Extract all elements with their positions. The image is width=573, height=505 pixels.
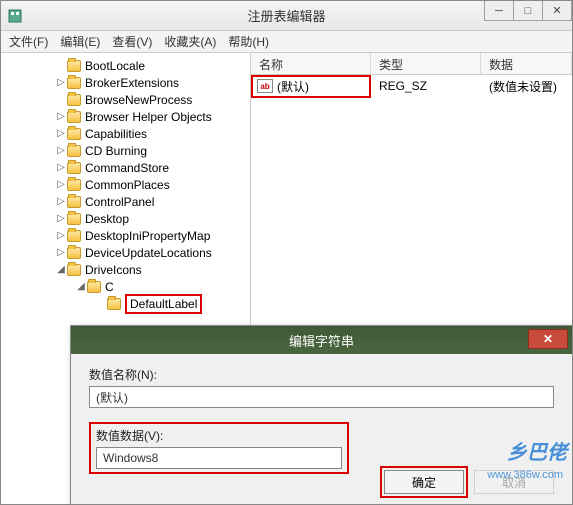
folder-icon [67, 128, 81, 140]
folder-icon [107, 298, 121, 310]
tree-item[interactable]: ▷ DesktopIniPropertyMap [1, 227, 250, 244]
dialog-title: 编辑字符串 [289, 331, 354, 350]
tree-item[interactable]: ◢ DriveIcons [1, 261, 250, 278]
tree-label: C [105, 280, 114, 294]
menubar: 文件(F) 编辑(E) 查看(V) 收藏夹(A) 帮助(H) [1, 31, 572, 53]
folder-icon [67, 264, 81, 276]
tree-item[interactable]: ▷ Browser Helper Objects [1, 108, 250, 125]
tree-label: Capabilities [85, 127, 147, 141]
tree-label: BrowseNewProcess [85, 93, 192, 107]
cancel-button[interactable]: 取消 [474, 470, 554, 494]
titlebar: 注册表编辑器 ─ □ ✕ [1, 1, 572, 31]
folder-icon [67, 77, 81, 89]
tree-label: Desktop [85, 212, 129, 226]
maximize-button[interactable]: □ [513, 1, 543, 21]
menu-favorites[interactable]: 收藏夹(A) [164, 33, 216, 50]
menu-edit[interactable]: 编辑(E) [60, 33, 100, 50]
expander-icon[interactable]: ▷ [55, 213, 67, 224]
tree-item[interactable]: ▷ DeviceUpdateLocations [1, 244, 250, 261]
expander-icon[interactable]: ▷ [55, 179, 67, 190]
tree-label: Browser Helper Objects [85, 110, 212, 124]
tree-item[interactable]: ▷ CommandStore [1, 159, 250, 176]
header-type[interactable]: 类型 [371, 53, 481, 74]
expander-icon[interactable]: ▷ [55, 77, 67, 88]
tree-item[interactable]: BrowseNewProcess [1, 91, 250, 108]
menu-file[interactable]: 文件(F) [9, 33, 48, 50]
tree-item[interactable]: BootLocale [1, 57, 250, 74]
ok-button[interactable]: 确定 [384, 470, 464, 494]
string-value-icon: ab [257, 79, 273, 93]
dialog-titlebar[interactable]: 编辑字符串 ✕ [71, 326, 572, 354]
dialog-body: 数值名称(N): 数值数据(V): [71, 354, 572, 486]
tree-label: DriveIcons [85, 263, 142, 277]
folder-icon [67, 94, 81, 106]
folder-icon [67, 247, 81, 259]
value-data-group: 数值数据(V): [89, 422, 349, 474]
tree-item[interactable]: ◢C [1, 278, 250, 295]
expander-icon[interactable]: ◢ [55, 264, 67, 275]
tree-item[interactable]: ▷ CD Burning [1, 142, 250, 159]
close-button[interactable]: ✕ [542, 1, 572, 21]
list-header: 名称 类型 数据 [251, 53, 572, 75]
edit-string-dialog: 编辑字符串 ✕ 数值名称(N): 数值数据(V): 确定 取消 [70, 325, 573, 505]
folder-icon [67, 60, 81, 72]
folder-icon [67, 179, 81, 191]
header-data[interactable]: 数据 [481, 53, 572, 74]
tree-label: CD Burning [85, 144, 147, 158]
tree-item[interactable]: ▷ CommonPlaces [1, 176, 250, 193]
value-name-label: 数值名称(N): [89, 366, 554, 383]
folder-icon [67, 230, 81, 242]
tree-item[interactable]: ▷ ControlPanel [1, 193, 250, 210]
cell-type: REG_SZ [371, 79, 481, 93]
expander-icon[interactable]: ▷ [55, 162, 67, 173]
tree-label: BrokerExtensions [85, 76, 179, 90]
expander-icon[interactable]: ▷ [55, 128, 67, 139]
expander-icon[interactable]: ▷ [55, 111, 67, 122]
folder-icon [67, 213, 81, 225]
header-name[interactable]: 名称 [251, 53, 371, 74]
folder-icon [87, 281, 101, 293]
value-data-label: 数值数据(V): [96, 427, 342, 444]
expander-icon[interactable]: ◢ [75, 281, 87, 292]
tree-item[interactable]: DefaultLabel [1, 295, 250, 312]
dialog-close-button[interactable]: ✕ [528, 329, 568, 349]
dialog-buttons: 确定 取消 [384, 470, 554, 494]
cell-data: (数值未设置) [481, 78, 572, 95]
tree-label: DesktopIniPropertyMap [85, 229, 210, 243]
tree-label: DeviceUpdateLocations [85, 246, 212, 260]
expander-icon[interactable]: ▷ [55, 196, 67, 207]
tree-item[interactable]: ▷ Capabilities [1, 125, 250, 142]
tree-label: ControlPanel [85, 195, 154, 209]
cell-name: ab(默认) [251, 75, 371, 98]
tree-label: CommandStore [85, 161, 169, 175]
tree-label: DefaultLabel [125, 294, 202, 314]
menu-help[interactable]: 帮助(H) [228, 33, 269, 50]
menu-view[interactable]: 查看(V) [112, 33, 152, 50]
folder-icon [67, 111, 81, 123]
window-controls: ─ □ ✕ [485, 1, 572, 21]
list-row[interactable]: ab(默认)REG_SZ(数值未设置) [251, 75, 572, 97]
app-icon [7, 8, 23, 24]
expander-icon[interactable]: ▷ [55, 230, 67, 241]
tree-label: CommonPlaces [85, 178, 170, 192]
folder-icon [67, 162, 81, 174]
tree-item[interactable]: ▷ Desktop [1, 210, 250, 227]
tree-label: BootLocale [85, 59, 145, 73]
expander-icon[interactable]: ▷ [55, 247, 67, 258]
expander-icon[interactable]: ▷ [55, 145, 67, 156]
folder-icon [67, 145, 81, 157]
window-title: 注册表编辑器 [247, 6, 325, 25]
minimize-button[interactable]: ─ [484, 1, 514, 21]
value-name-input[interactable] [89, 386, 554, 408]
folder-icon [67, 196, 81, 208]
value-data-input[interactable] [96, 447, 342, 469]
tree-item[interactable]: ▷ BrokerExtensions [1, 74, 250, 91]
